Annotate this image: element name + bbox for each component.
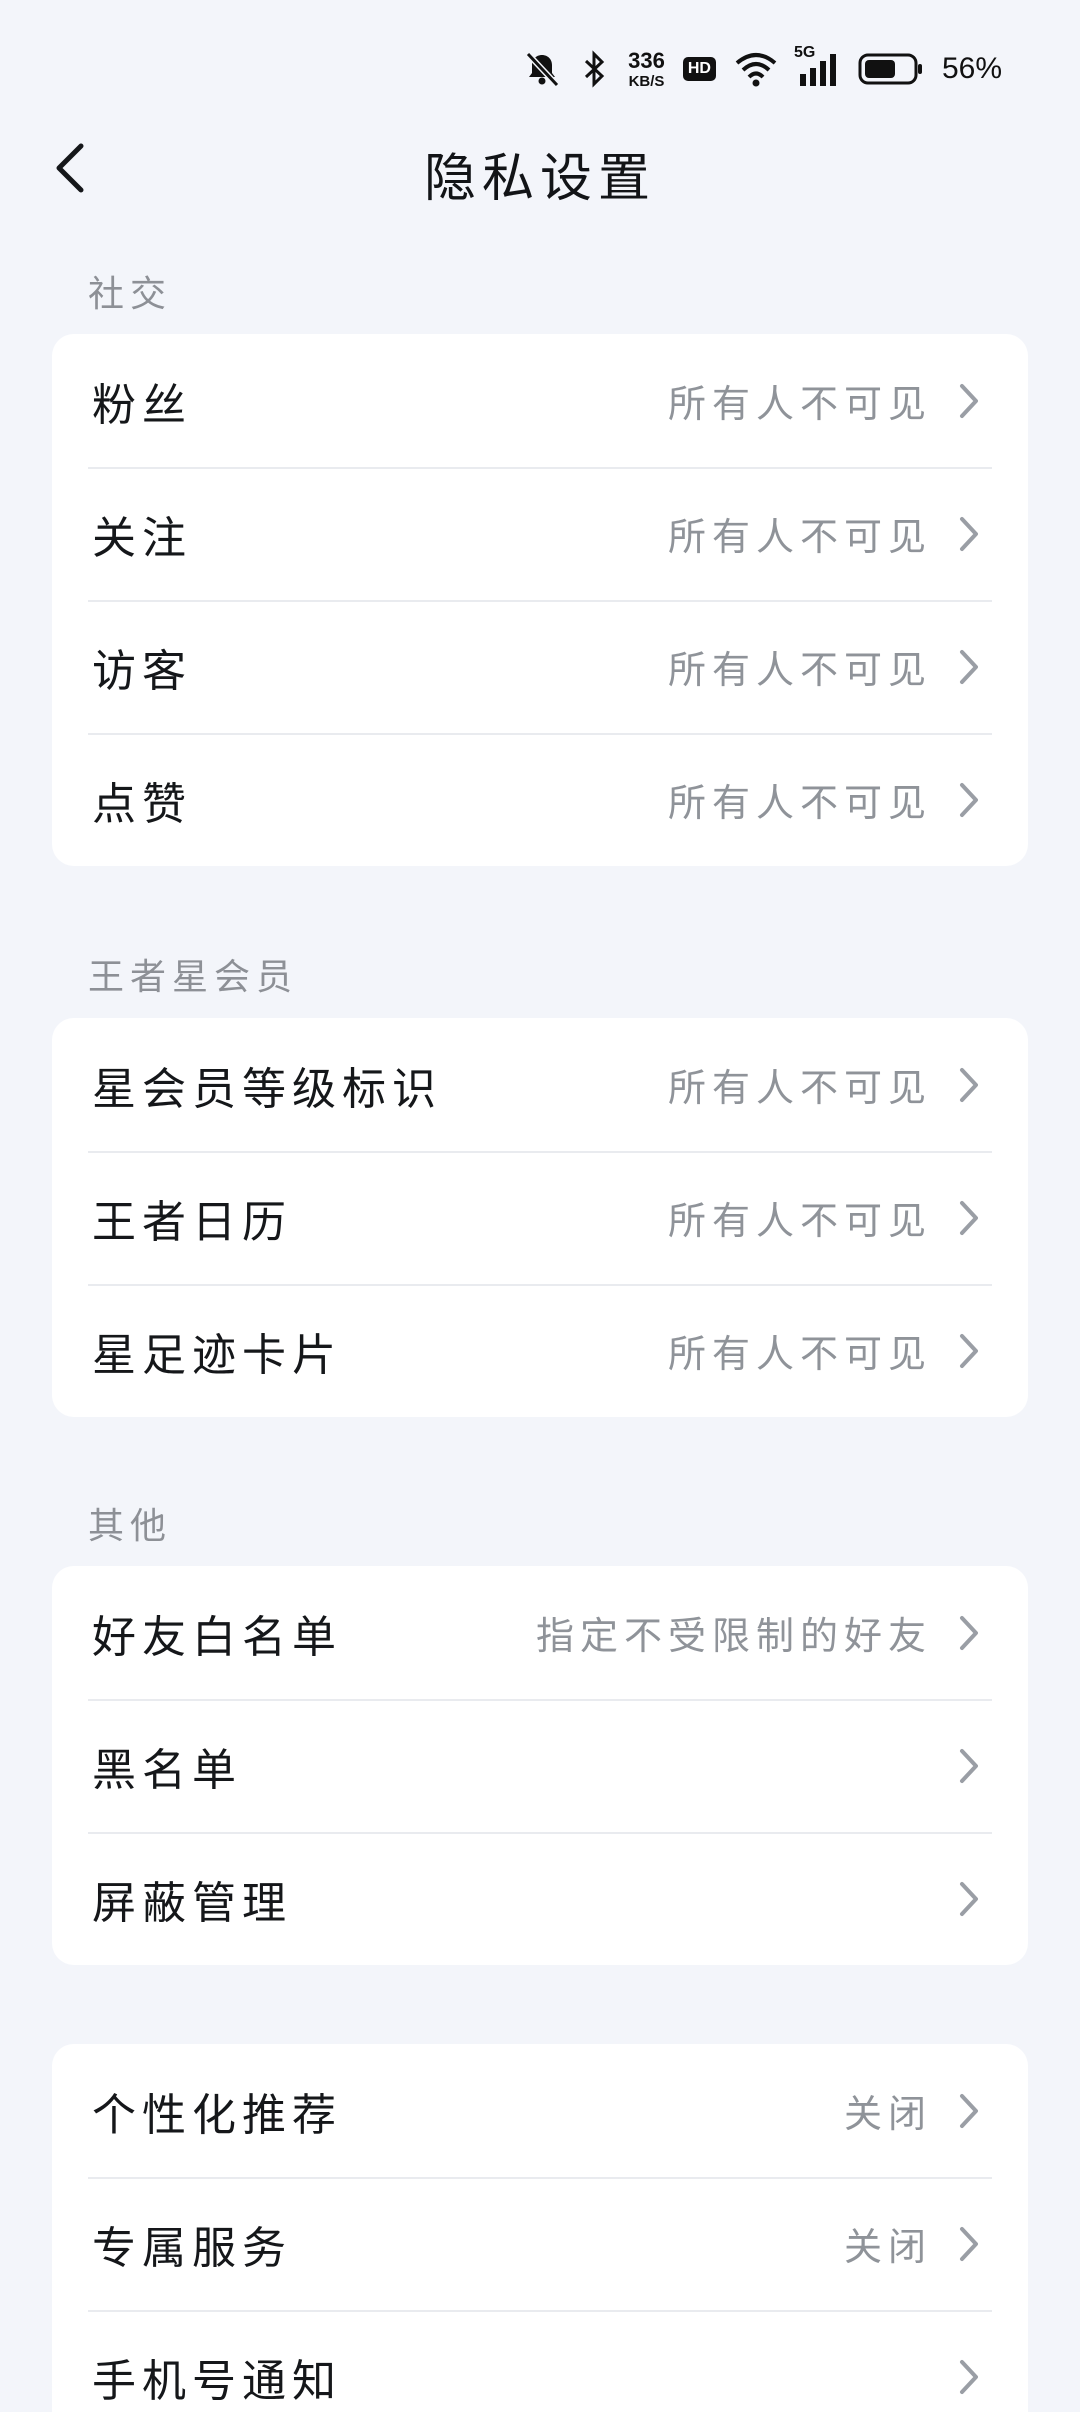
row-value: 关闭	[843, 2092, 932, 2136]
section-label-other: 其他	[88, 1506, 173, 1547]
row-king-calendar[interactable]: 王者日历 所有人不可见	[52, 1151, 1028, 1284]
chevron-right-icon	[954, 514, 984, 554]
chevron-right-icon	[954, 647, 984, 687]
bluetooth-icon	[580, 49, 610, 89]
row-blacklist[interactable]: 黑名单	[52, 1699, 1028, 1832]
row-label: 星会员等级标识	[92, 1063, 442, 1115]
chevron-right-icon	[954, 780, 984, 820]
card-other: 好友白名单 指定不受限制的好友 黑名单 屏蔽管理	[52, 1566, 1028, 1965]
network-speed: 336 KB/S	[628, 47, 665, 90]
row-value: 所有人不可见	[667, 1199, 932, 1243]
chevron-right-icon	[954, 2224, 984, 2264]
card-social: 粉丝 所有人不可见 关注 所有人不可见 访客 所有人不可见 点赞 所有人不可见	[52, 334, 1028, 866]
row-likes[interactable]: 点赞 所有人不可见	[52, 733, 1028, 866]
battery-icon	[858, 52, 924, 86]
chevron-right-icon	[954, 381, 984, 421]
battery-percent: 56%	[941, 52, 1002, 85]
row-phone-notification[interactable]: 手机号通知	[52, 2310, 1028, 2412]
row-value: 所有人不可见	[667, 648, 932, 692]
bell-off-icon	[522, 49, 562, 89]
chevron-right-icon	[954, 1746, 984, 1786]
row-label: 屏蔽管理	[92, 1877, 292, 1929]
section-label-star-member: 王者星会员	[88, 957, 299, 998]
chevron-right-icon	[954, 2091, 984, 2131]
chevron-right-icon	[954, 2357, 984, 2397]
chevron-right-icon	[954, 1198, 984, 1238]
chevron-right-icon	[954, 1331, 984, 1371]
row-visitors[interactable]: 访客 所有人不可见	[52, 600, 1028, 733]
row-label: 手机号通知	[92, 2355, 342, 2407]
status-icons: 336 KB/S HD 5G 56%	[522, 44, 1002, 94]
hd-badge: HD	[682, 57, 716, 81]
row-label: 个性化推荐	[92, 2089, 342, 2141]
row-label: 好友白名单	[92, 1611, 342, 1663]
row-star-footprint-card[interactable]: 星足迹卡片 所有人不可见	[52, 1284, 1028, 1417]
net-speed-value: 336	[628, 47, 665, 73]
row-label: 关注	[92, 512, 192, 564]
row-exclusive-service[interactable]: 专属服务 关闭	[52, 2177, 1028, 2310]
row-value: 所有人不可见	[667, 781, 932, 825]
network-type: 5G	[793, 44, 816, 61]
row-block-management[interactable]: 屏蔽管理	[52, 1832, 1028, 1965]
chevron-right-icon	[954, 1065, 984, 1105]
row-value: 指定不受限制的好友	[535, 1614, 932, 1658]
row-friend-whitelist[interactable]: 好友白名单 指定不受限制的好友	[52, 1566, 1028, 1699]
row-value: 所有人不可见	[667, 1066, 932, 1110]
net-speed-unit: KB/S	[628, 72, 665, 90]
row-label: 访客	[92, 645, 192, 697]
chevron-right-icon	[954, 1879, 984, 1919]
row-label: 粉丝	[92, 379, 192, 431]
row-fans[interactable]: 粉丝 所有人不可见	[52, 334, 1028, 467]
row-member-level-badge[interactable]: 星会员等级标识 所有人不可见	[52, 1018, 1028, 1151]
page-title: 隐私设置	[423, 149, 656, 209]
row-label: 星足迹卡片	[92, 1329, 342, 1381]
row-value: 所有人不可见	[667, 515, 932, 559]
card-star-member: 星会员等级标识 所有人不可见 王者日历 所有人不可见 星足迹卡片 所有人不可见	[52, 1018, 1028, 1417]
status-bar: 336 KB/S HD 5G 56%	[0, 0, 1080, 130]
chevron-right-icon	[954, 1613, 984, 1653]
row-label: 王者日历	[92, 1196, 292, 1248]
row-label: 黑名单	[92, 1744, 242, 1796]
row-following[interactable]: 关注 所有人不可见	[52, 467, 1028, 600]
row-value: 关闭	[843, 2225, 932, 2269]
row-personalized-recommendation[interactable]: 个性化推荐 关闭	[52, 2044, 1028, 2177]
wifi-icon	[734, 50, 778, 88]
card-misc: 个性化推荐 关闭 专属服务 关闭 手机号通知	[52, 2044, 1028, 2412]
signal-icon: 5G	[794, 44, 840, 88]
row-value: 所有人不可见	[667, 382, 932, 426]
row-label: 点赞	[92, 778, 192, 830]
nav-bar: 隐私设置	[0, 120, 1080, 220]
row-label: 专属服务	[92, 2222, 292, 2274]
section-label-social: 社交	[88, 274, 173, 315]
row-value: 所有人不可见	[667, 1332, 932, 1376]
